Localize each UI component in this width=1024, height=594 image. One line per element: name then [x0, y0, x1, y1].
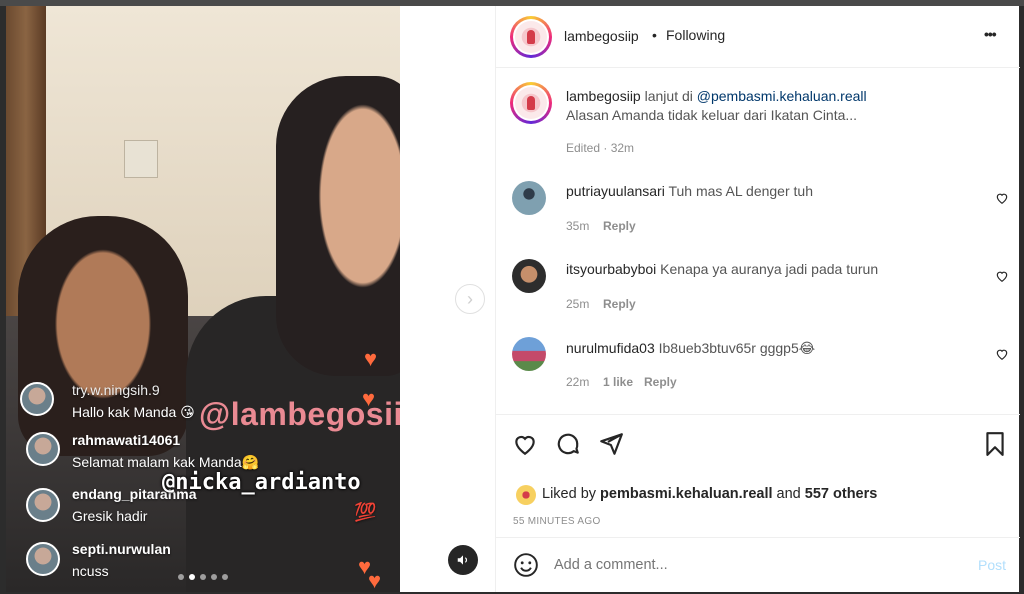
post-timestamp: 55 MINUTES AGO: [513, 516, 601, 527]
floating-heart-icon: ♥: [368, 568, 382, 592]
carousel-dot-active: [189, 574, 195, 580]
floating-heart-icon: ♥: [364, 346, 378, 371]
caption-username[interactable]: lambegosiip: [566, 88, 641, 104]
header-separator: •: [652, 27, 657, 43]
live-comment-user: septi.nurwulan: [72, 541, 171, 557]
liked-by-and: and: [776, 486, 801, 502]
header-username[interactable]: lambegosiip: [564, 28, 639, 44]
comment-bar: Post: [496, 537, 1020, 592]
liked-by-user[interactable]: pembasmi.kehaluan.reall: [600, 486, 772, 502]
carousel-dot: [200, 574, 206, 580]
lambegosiip-logo-icon: [515, 21, 547, 53]
comment-time: 35m: [566, 219, 590, 233]
comment-input[interactable]: [554, 554, 934, 576]
comment-time: 22m: [566, 375, 590, 389]
comment-avatar[interactable]: [512, 259, 546, 293]
live-comment-user: rahmawati14061: [72, 432, 181, 448]
media-light-switch: [124, 140, 158, 178]
carousel-dot: [178, 574, 184, 580]
post-side-panel: lambegosiip • Following ••• lambegosiip …: [495, 6, 1020, 592]
next-slide-button[interactable]: ›: [455, 284, 485, 314]
live-comment-text: ncuss: [72, 563, 109, 579]
live-comment-user: try.w.ningsih.9: [72, 382, 160, 398]
comment-text: Tuh mas AL denger tuh: [668, 183, 813, 199]
comment-bubble-icon[interactable]: [555, 431, 581, 457]
live-comment-avatar: [20, 382, 54, 416]
comment-text: Kenapa ya auranya jadi pada turun: [660, 261, 879, 277]
post-header: lambegosiip • Following •••: [496, 6, 1020, 68]
comment-username[interactable]: nurulmufida03: [566, 340, 655, 356]
caption-lead: lanjut di: [644, 88, 693, 104]
speaker-icon: [457, 555, 468, 565]
caption-text: Alasan Amanda tidak keluar dari Ikatan C…: [566, 107, 858, 123]
liked-by-line: Liked by pembasmi.kehaluan.reall and 557…: [542, 486, 877, 502]
comment-line: itsyourbabyboi Kenapa ya auranya jadi pa…: [566, 261, 878, 277]
comment-reply-button[interactable]: Reply: [603, 219, 636, 233]
follow-status[interactable]: Following: [666, 27, 725, 43]
liked-by-prefix: Liked by: [542, 486, 597, 502]
live-comment-avatar: [26, 542, 60, 576]
caption-mention[interactable]: @pembasmi.kehaluan.reall: [697, 88, 867, 104]
comment-username[interactable]: putriayuulansari: [566, 183, 665, 199]
audio-toggle-button[interactable]: [448, 545, 478, 575]
like-comment-heart-icon[interactable]: [995, 191, 1009, 205]
live-comment-avatar: [26, 432, 60, 466]
comment-line: putriayuulansari Tuh mas AL denger tuh: [566, 183, 813, 199]
caption-avatar[interactable]: [510, 82, 552, 124]
post-comment-button[interactable]: Post: [978, 557, 1006, 573]
like-comment-heart-icon[interactable]: [995, 347, 1009, 361]
caption-line: lambegosiip lanjut di @pembasmi.kehaluan…: [566, 88, 867, 104]
live-comment-avatar: [26, 488, 60, 522]
comment-likes[interactable]: 1 like: [603, 375, 633, 389]
live-comment-text: Gresik hadir: [72, 508, 148, 524]
carousel-dot: [211, 574, 217, 580]
comment-time: 25m: [566, 297, 590, 311]
save-bookmark-icon[interactable]: [982, 431, 1008, 457]
comment-line: nurulmufida03 Ib8ueb3btuv65r gggp5😂: [566, 340, 815, 357]
carousel-dot: [222, 574, 228, 580]
like-comment-heart-icon[interactable]: [995, 269, 1009, 283]
watermark-nicka: @nicka_ardianto: [162, 470, 361, 495]
lambegosiip-logo-icon: [515, 87, 547, 119]
share-paper-plane-icon[interactable]: [598, 431, 624, 457]
hundred-emoji: 💯: [354, 502, 377, 522]
comment-text: Ib8ueb3btuv65r gggp5😂: [658, 340, 816, 356]
carousel-indicator: [178, 574, 228, 580]
live-comment-text: Hallo kak Manda 😘: [72, 404, 195, 420]
more-options-icon[interactable]: •••: [984, 26, 997, 42]
emoji-picker-icon[interactable]: [513, 552, 539, 578]
like-heart-icon[interactable]: [512, 431, 538, 457]
comment-username[interactable]: itsyourbabyboi: [566, 261, 656, 277]
post-actions: Liked by pembasmi.kehaluan.reall and 557…: [496, 414, 1020, 527]
caption-meta: Edited · 32m: [566, 141, 635, 155]
comment-avatar[interactable]: [512, 337, 546, 371]
liker-avatar[interactable]: [516, 485, 536, 505]
floating-heart-icon: ♥: [362, 386, 376, 411]
comment-reply-button[interactable]: Reply: [644, 375, 677, 389]
comment-reply-button[interactable]: Reply: [603, 297, 636, 311]
author-avatar[interactable]: [510, 16, 552, 58]
post-media[interactable]: try.w.ningsih.9 Hallo kak Manda 😘 rahmaw…: [6, 6, 400, 592]
liked-by-others[interactable]: 557 others: [805, 486, 878, 502]
instagram-post-window: try.w.ningsih.9 Hallo kak Manda 😘 rahmaw…: [0, 0, 1024, 594]
comment-avatar[interactable]: [512, 181, 546, 215]
media-person-right: [276, 76, 400, 376]
live-comment-text: Selamat malam kak Manda🤗: [72, 454, 260, 470]
